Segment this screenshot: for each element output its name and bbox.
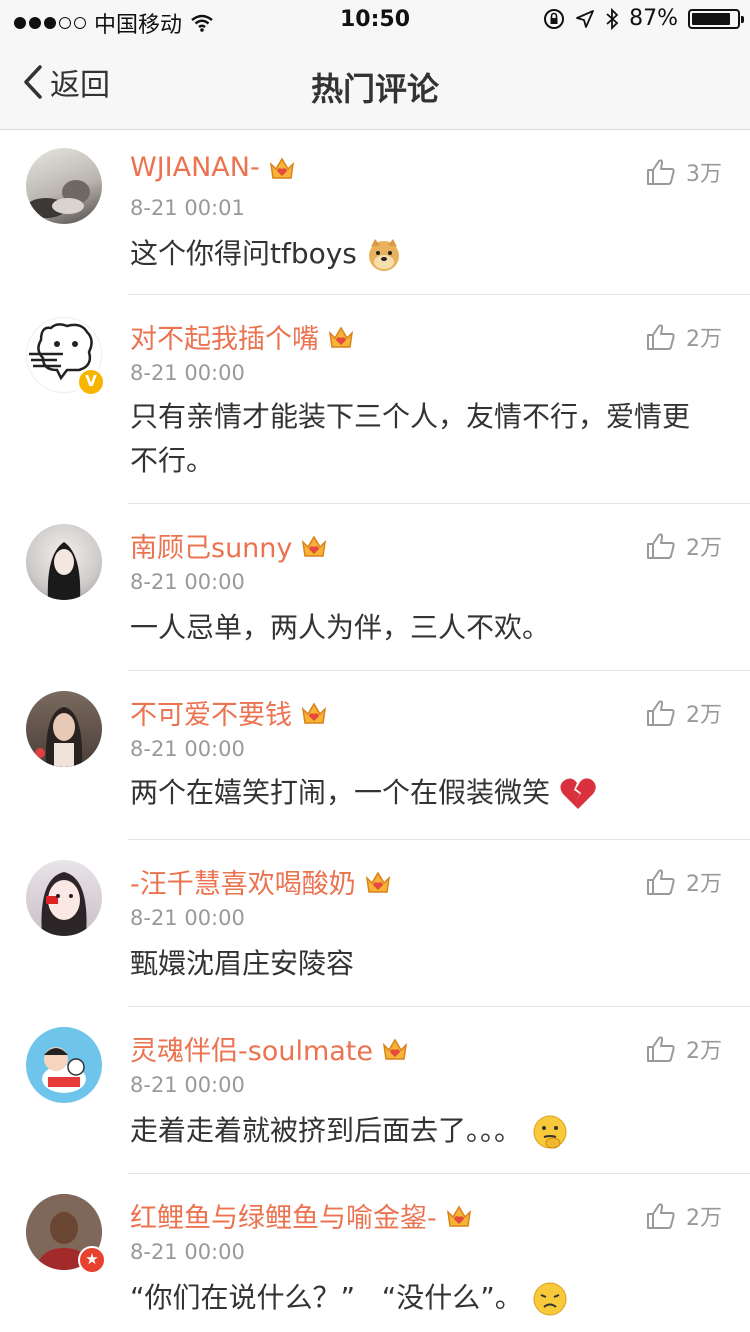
comment-text-content: 这个你得问tfboys: [130, 237, 357, 270]
comment-text: 甄嬛沈眉庄安陵容: [130, 947, 355, 980]
page-title: 热门评论: [310, 70, 439, 108]
divider: [128, 1173, 750, 1174]
avatar[interactable]: [26, 1027, 102, 1103]
comment-item: -汪千慧喜欢喝酸奶 2万 8-21 00:00 甄嬛沈眉庄安陵容: [0, 840, 750, 1007]
like-count: 2万: [686, 1206, 722, 1231]
comment-item: WJIANAN- 3万 8-21 00:01 这个你得问tfboys: [0, 130, 750, 295]
thumbs-up-icon: [647, 1203, 675, 1229]
like-button[interactable]: 2万: [646, 1200, 722, 1232]
comment-username[interactable]: WJIANAN-: [130, 152, 296, 183]
comment-username[interactable]: 红鲤鱼与绿鲤鱼与喻金鋆-: [130, 1196, 473, 1235]
comment-list: WJIANAN- 3万 8-21 00:01 这个你得问tfboys V 对不起…: [0, 130, 750, 1316]
nav-bar: 返回 热门评论: [0, 40, 750, 130]
vip-crown-icon: [328, 326, 354, 348]
verified-badge: ★: [78, 1246, 106, 1274]
battery-icon: [688, 8, 744, 29]
comment-item: 灵魂伴侣-soulmate 2万 8-21 00:00 走着走着就被挤到后面去了…: [0, 1007, 750, 1174]
vip-crown-icon: [269, 157, 294, 179]
avatar[interactable]: [26, 860, 102, 936]
rotation-lock-icon: [544, 8, 565, 29]
comment-text: 一人忌单，两人为伴，三人不欢。: [130, 611, 551, 644]
avatar[interactable]: [26, 691, 102, 767]
like-count: 2万: [686, 1039, 722, 1064]
like-button[interactable]: 2万: [646, 697, 722, 729]
username-text: -汪千慧喜欢喝酸奶: [130, 869, 356, 900]
status-bar: 中国移动 10:50 87%: [0, 0, 750, 40]
comment-time: 8-21 00:00: [130, 1073, 245, 1097]
broken-heart-emoji: [560, 778, 596, 809]
comment-text: 两个在嬉笑打闹，一个在假装微笑: [130, 771, 715, 815]
comment-text-content: “你们在说什么？” “没什么”。: [130, 1281, 523, 1314]
comment-time: 8-21 00:00: [130, 906, 245, 930]
sad-face-emoji: [533, 1282, 567, 1316]
avatar[interactable]: V: [26, 317, 105, 396]
vip-crown-icon: [301, 702, 327, 724]
like-count: 2万: [686, 327, 722, 352]
like-button[interactable]: 2万: [646, 530, 722, 562]
comment-text: 走着走着就被挤到后面去了。。。: [130, 1109, 715, 1153]
comment-username[interactable]: 灵魂伴侣-soulmate: [130, 1029, 409, 1068]
avatar[interactable]: ★: [26, 1194, 106, 1274]
vip-crown-icon: [365, 871, 390, 893]
like-button[interactable]: 3万: [646, 156, 722, 188]
thumbs-up-icon: [647, 533, 675, 559]
comment-text: 只有亲情才能装下三个人，友情不行，爱情更不行。: [130, 400, 691, 477]
like-button[interactable]: 2万: [646, 866, 722, 898]
comment-time: 8-21 00:00: [130, 1240, 245, 1264]
like-button[interactable]: 2万: [646, 321, 722, 353]
username-text: 灵魂伴侣-soulmate: [130, 1036, 373, 1067]
username-text: WJIANAN-: [130, 152, 260, 183]
location-arrow-icon: [576, 9, 594, 28]
thumbs-up-icon: [647, 159, 675, 185]
battery-fill: [692, 12, 731, 25]
vip-crown-icon: [302, 535, 327, 557]
avatar[interactable]: [26, 148, 102, 224]
like-button[interactable]: 2万: [646, 1033, 722, 1065]
comment-item: V 对不起我插个嘴 2万 8-21 00:00 只有亲情才能装下三个人，友情不行…: [0, 295, 750, 504]
bluetooth-icon: [606, 7, 619, 30]
vip-crown-icon: [446, 1205, 471, 1227]
like-count: 2万: [686, 536, 722, 561]
like-count: 2万: [686, 872, 722, 897]
verified-badge: V: [77, 368, 105, 396]
comment-username[interactable]: 不可爱不要钱: [130, 693, 328, 732]
like-count: 3万: [686, 162, 722, 187]
thumbs-up-icon: [647, 324, 675, 350]
thumbs-up-icon: [647, 1036, 675, 1062]
thinking-face-emoji: [533, 1115, 567, 1149]
vip-crown-icon: [382, 1038, 408, 1060]
comment-time: 8-21 00:01: [130, 196, 245, 220]
comment-item: 不可爱不要钱 2万 8-21 00:00 两个在嬉笑打闹，一个在假装微笑: [0, 671, 750, 840]
comment-text-content: 走着走着就被挤到后面去了。。。: [130, 1114, 523, 1147]
avatar[interactable]: [26, 524, 102, 600]
comment-username[interactable]: 南顾己sunny: [130, 526, 328, 565]
status-right: 87%: [543, 6, 744, 31]
comment-time: 8-21 00:00: [130, 361, 245, 385]
username-text: 对不起我插个嘴: [130, 324, 319, 355]
username-text: 南顾己sunny: [130, 533, 293, 564]
comment-time: 8-21 00:00: [130, 570, 245, 594]
thumbs-up-icon: [647, 869, 675, 895]
username-text: 红鲤鱼与绿鲤鱼与喻金鋆-: [130, 1203, 437, 1234]
comment-username[interactable]: 对不起我插个嘴: [130, 317, 355, 356]
thumbs-up-icon: [647, 700, 675, 726]
doge-emoji: [368, 239, 399, 271]
battery-percent: 87%: [629, 6, 678, 31]
comment-username[interactable]: -汪千慧喜欢喝酸奶: [130, 862, 392, 901]
comment-item: 南顾己sunny 2万 8-21 00:00 一人忌单，两人为伴，三人不欢。: [0, 504, 750, 671]
like-count: 2万: [686, 703, 722, 728]
comment-time: 8-21 00:00: [130, 737, 245, 761]
comment-text-content: 两个在嬉笑打闹，一个在假装微笑: [130, 776, 551, 809]
comment-text: 这个你得问tfboys: [130, 232, 715, 276]
username-text: 不可爱不要钱: [130, 700, 292, 731]
comment-text: “你们在说什么？” “没什么”。: [130, 1276, 715, 1320]
